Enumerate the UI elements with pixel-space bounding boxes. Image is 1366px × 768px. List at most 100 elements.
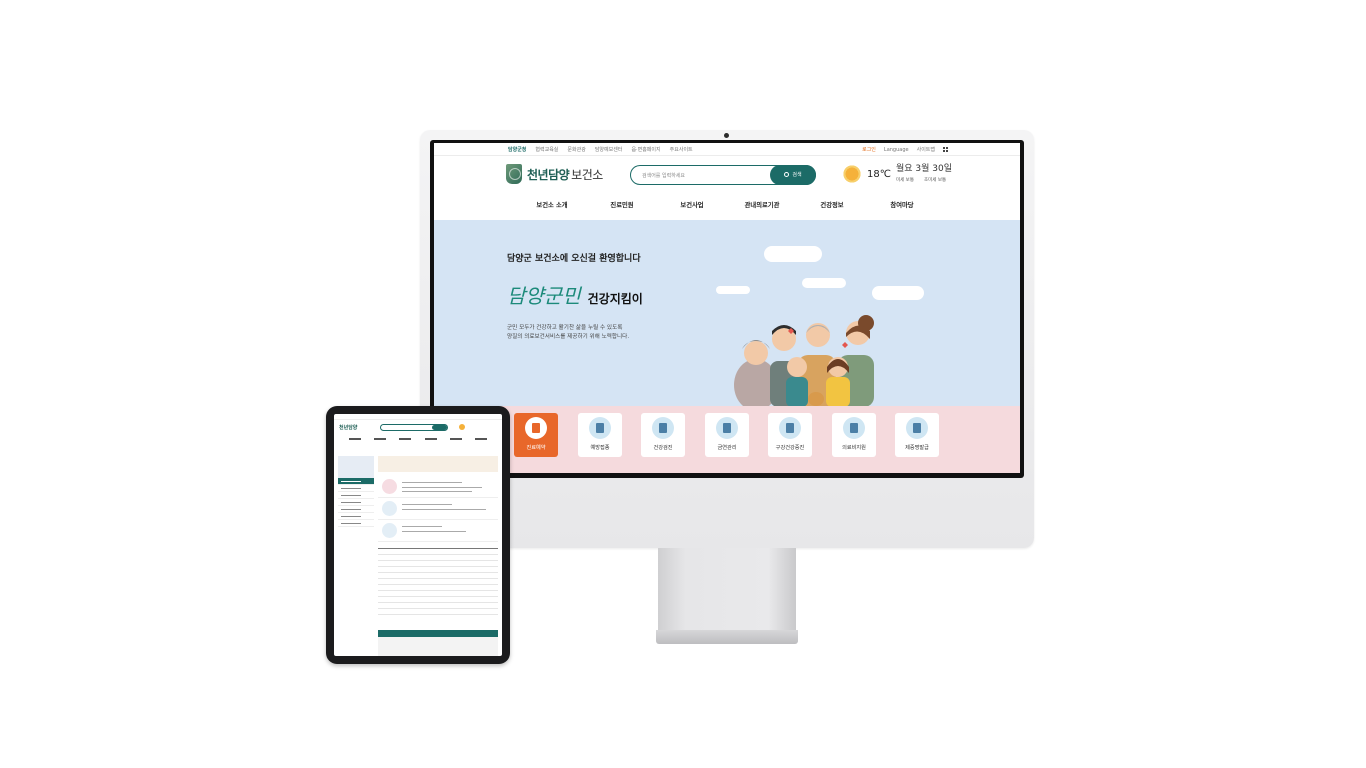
quick-item-vaccination[interactable]: 예방접종 (578, 413, 622, 457)
quick-item-label: 제증명발급 (905, 445, 929, 451)
quick-item-medical-support[interactable]: 의료비지원 (832, 413, 876, 457)
quick-item-label: 의료비지원 (842, 445, 866, 451)
tablet-sidebar (338, 456, 374, 656)
quick-item-no-smoking[interactable]: 금연관리 (705, 413, 749, 457)
slogan-script: 담양군민 (507, 284, 581, 308)
coins-icon (843, 417, 865, 439)
content-notice-box (378, 456, 498, 472)
nav-item[interactable] (348, 438, 361, 440)
nav-item-participation[interactable]: 참여마당 (867, 200, 937, 220)
sidebar-item[interactable] (338, 492, 374, 499)
util-link-1[interactable]: 담양군청 (508, 146, 526, 153)
weather-text: 월요 3월 30일 미세 보통 초미세 보통 (895, 164, 953, 184)
util-link-5[interactable]: 읍·면홈페이지 (631, 146, 660, 153)
cloud-shape (716, 286, 750, 294)
sidebar-item[interactable] (338, 506, 374, 513)
quick-item-certificate[interactable]: 제증명발급 (895, 413, 939, 457)
hero-description: 군민 모두가 건강하고 활기찬 삶을 누릴 수 있도록 양질의 의료보건서비스를… (507, 324, 629, 341)
tablet-search-input[interactable] (380, 424, 448, 431)
cloud-shape (802, 278, 846, 288)
temperature: 18℃ (867, 168, 891, 180)
mockup-stage: 담양군청 협력교육실 문화관광 담양예보센터 읍·면홈페이지 주요사이트 로그인… (0, 0, 1366, 768)
imac-stand-foot (656, 630, 798, 644)
quick-item-reservation[interactable]: 진료예약 (514, 413, 558, 457)
quick-item-label: 진료예약 (526, 445, 546, 451)
search-button[interactable]: 검색 (770, 164, 816, 185)
nav-item-projects[interactable]: 보건사업 (657, 200, 727, 220)
hero-welcome: 담양군 보건소에 오신걸 환영합니다 (507, 254, 641, 264)
quick-item-label: 구강건강증진 (775, 445, 805, 451)
logo-text: 천년담양 보건소 (527, 166, 603, 183)
main-nav: 보건소 소개 진료민원 보건사업 관내의료기관 건강정보 참여마당 (434, 200, 1020, 220)
content-footer-box (378, 637, 498, 656)
sidebar-item[interactable] (338, 499, 374, 506)
quick-item-label: 예방접종 (590, 445, 610, 451)
medical-bag-icon (652, 417, 674, 439)
fine-dust: 미세 보통 (895, 178, 914, 183)
no-smoking-icon (716, 417, 738, 439)
logo-sub: 보건소 (571, 167, 603, 182)
quick-item-checkup[interactable]: 건강검진 (641, 413, 685, 457)
util-link-6[interactable]: 주요사이트 (670, 146, 693, 153)
clipboard-icon (525, 417, 547, 439)
sun-icon (842, 164, 862, 184)
tooth-icon (779, 417, 801, 439)
cloud-shape (872, 286, 924, 300)
bowl-icon (382, 523, 397, 538)
nav-item[interactable] (373, 438, 386, 440)
sidebar-item[interactable] (338, 485, 374, 492)
tablet-logo[interactable]: 천년담양 (339, 424, 357, 431)
nav-item[interactable] (424, 438, 437, 440)
logo-main: 천년담양 (527, 167, 570, 182)
printer-icon (906, 417, 928, 439)
quick-menu: 진료예약 예방접종 건강검진 금연관리 구강건강증진 의료비지원 제증명발급 (434, 406, 1020, 473)
hero-desc-line-1: 군민 모두가 건강하고 활기찬 삶을 누릴 수 있도록 (507, 325, 623, 331)
nav-item-about[interactable]: 보건소 소개 (517, 200, 587, 220)
grid-icon[interactable] (943, 147, 948, 152)
util-link-4[interactable]: 담양예보센터 (595, 146, 623, 153)
nav-item[interactable] (399, 438, 412, 440)
nav-item[interactable] (475, 438, 488, 440)
quick-item-oral-health[interactable]: 구강건강증진 (768, 413, 812, 457)
tablet-content (378, 456, 498, 656)
utility-right: 로그인 Language 사이트맵 (862, 146, 948, 153)
sitemap-link[interactable]: 사이트맵 (917, 146, 935, 153)
quick-item-label: 건강검진 (653, 445, 673, 451)
sidebar-item[interactable] (338, 478, 374, 485)
imac-stand (658, 548, 796, 632)
nav-item-hospitals[interactable]: 관내의료기관 (727, 200, 797, 220)
nav-item-health-info[interactable]: 건강정보 (797, 200, 867, 220)
utility-bar: 담양군청 협력교육실 문화관광 담양예보센터 읍·면홈페이지 주요사이트 로그인… (434, 143, 1020, 156)
sidebar-title (338, 456, 374, 478)
search-input[interactable]: 검색어를 입력하세요 검색 (630, 164, 816, 185)
weather-date: 3월 30일 (915, 164, 953, 174)
hero-slogan: 담양군민 건강지킴이 (507, 280, 643, 309)
cloud-shape (764, 246, 822, 262)
login-link[interactable]: 로그인 (862, 146, 876, 153)
content-card (378, 520, 498, 542)
tablet-logo-main: 천년담양 (339, 425, 358, 431)
desktop-website: 담양군청 협력교육실 문화관광 담양예보센터 읍·면홈페이지 주요사이트 로그인… (434, 143, 1020, 473)
search-button-label: 검색 (792, 172, 802, 178)
hero-banner: 담양군 보건소에 오신걸 환영합니다 담양군민 건강지킴이 군민 모두가 건강하… (434, 220, 1020, 406)
nav-item-clinic[interactable]: 진료민원 (587, 200, 657, 220)
tablet-nav (334, 435, 502, 443)
util-link-2[interactable]: 협력교육실 (535, 146, 558, 153)
heart-icon (382, 479, 397, 494)
content-card (378, 498, 498, 520)
tooth-icon (382, 501, 397, 516)
sidebar-item[interactable] (338, 513, 374, 520)
language-link[interactable]: Language (884, 147, 909, 153)
content-card (378, 476, 498, 498)
nav-item[interactable] (449, 438, 462, 440)
content-footer-bar (378, 630, 498, 637)
tablet-header: 천년담양 (334, 420, 502, 435)
camera-dot (724, 133, 729, 138)
logo[interactable]: 천년담양 보건소 (506, 164, 603, 184)
quick-item-label: 금연관리 (717, 445, 737, 451)
search-placeholder: 검색어를 입력하세요 (642, 173, 685, 179)
sidebar-item[interactable] (338, 520, 374, 527)
utility-links: 담양군청 협력교육실 문화관광 담양예보센터 읍·면홈페이지 주요사이트 (508, 146, 693, 153)
util-link-3[interactable]: 문화관광 (567, 146, 585, 153)
hero-desc-line-2: 양질의 의료보건서비스를 제공하기 위해 노력합니다. (507, 333, 630, 340)
